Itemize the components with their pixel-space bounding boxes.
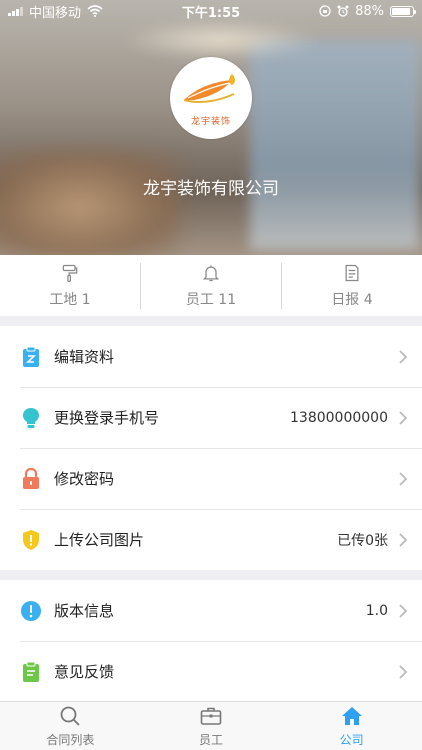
chevron-right-icon xyxy=(399,471,408,486)
chevron-right-icon xyxy=(399,410,408,425)
signal-icon xyxy=(8,6,23,16)
status-bar: 中国移动 下午1:55 88% xyxy=(0,0,422,22)
change-password-row[interactable]: 修改密码 xyxy=(0,448,422,509)
edit-profile-row[interactable]: 编辑资料 xyxy=(0,326,422,387)
wifi-icon xyxy=(87,5,103,17)
change-password-label: 修改密码 xyxy=(54,470,115,488)
chevron-right-icon xyxy=(399,664,408,679)
version-info-value: 1.0 xyxy=(365,602,388,619)
tab-contracts[interactable]: 合同列表 xyxy=(0,702,141,750)
feather-logo-icon xyxy=(183,73,235,103)
stat-report[interactable]: 日报 4 xyxy=(281,262,422,309)
feedback-row[interactable]: 意见反馈 xyxy=(0,641,422,702)
report-icon xyxy=(345,264,359,281)
company-logo[interactable]: 龙宇装饰 xyxy=(170,57,252,139)
bell-icon xyxy=(202,265,220,281)
company-header: 龙宇装饰 龙宇装饰有限公司 xyxy=(0,0,422,255)
chevron-right-icon xyxy=(399,532,408,547)
shield-icon xyxy=(20,529,42,551)
tab-company[interactable]: 公司 xyxy=(281,702,422,750)
tab-staff[interactable]: 员工 xyxy=(141,702,282,750)
feedback-label: 意见反馈 xyxy=(54,663,115,681)
battery-percent: 88% xyxy=(355,3,384,19)
rotation-lock-icon xyxy=(319,5,331,17)
briefcase-icon xyxy=(200,707,222,725)
info-icon xyxy=(20,600,42,622)
background-light xyxy=(120,20,320,60)
change-phone-row[interactable]: 更换登录手机号 13800000000 xyxy=(0,387,422,448)
carrier-name: 中国移动 xyxy=(29,5,82,21)
paint-roller-icon xyxy=(62,264,78,282)
upload-photos-value: 已传0张 xyxy=(337,532,388,549)
stat-staff-label: 员工 11 xyxy=(185,291,237,308)
version-info-row[interactable]: 版本信息 1.0 xyxy=(0,580,422,641)
chevron-right-icon xyxy=(399,349,408,364)
change-phone-label: 更换登录手机号 xyxy=(54,409,160,427)
alarm-icon xyxy=(337,5,349,17)
edit-profile-label: 编辑资料 xyxy=(54,348,115,366)
battery-icon xyxy=(390,5,416,17)
stat-site-label: 工地 1 xyxy=(49,291,91,308)
company-name: 龙宇装饰有限公司 xyxy=(143,179,279,199)
about-menu: 版本信息 1.0 意见反馈 xyxy=(0,580,422,702)
upload-photos-label: 上传公司图片 xyxy=(54,531,145,549)
logo-text: 龙宇装饰 xyxy=(190,116,231,127)
tab-bar: 合同列表 员工 公司 xyxy=(0,701,422,750)
tab-staff-label: 员工 xyxy=(199,733,224,747)
background-window xyxy=(250,40,420,250)
lightbulb-icon xyxy=(20,407,42,429)
clipboard-icon xyxy=(20,661,42,683)
chevron-right-icon xyxy=(399,603,408,618)
stat-report-label: 日报 4 xyxy=(331,291,373,308)
version-info-label: 版本信息 xyxy=(54,602,115,620)
home-icon xyxy=(341,707,362,725)
tab-contracts-label: 合同列表 xyxy=(46,733,95,747)
search-icon xyxy=(60,706,80,726)
stat-site[interactable]: 工地 1 xyxy=(0,263,140,309)
tab-company-label: 公司 xyxy=(339,733,364,747)
edit-icon xyxy=(20,346,42,368)
change-phone-value: 13800000000 xyxy=(290,409,388,426)
background-sofa xyxy=(0,150,180,255)
upload-photos-row[interactable]: 上传公司图片 已传0张 xyxy=(0,509,422,570)
lock-icon xyxy=(20,467,42,490)
stat-staff[interactable]: 员工 11 xyxy=(140,262,281,309)
stats-bar: 工地 1 员工 11 日报 4 xyxy=(0,255,422,316)
settings-menu: 编辑资料 更换登录手机号 13800000000 修改密码 上传公司图片 已传0… xyxy=(0,326,422,570)
